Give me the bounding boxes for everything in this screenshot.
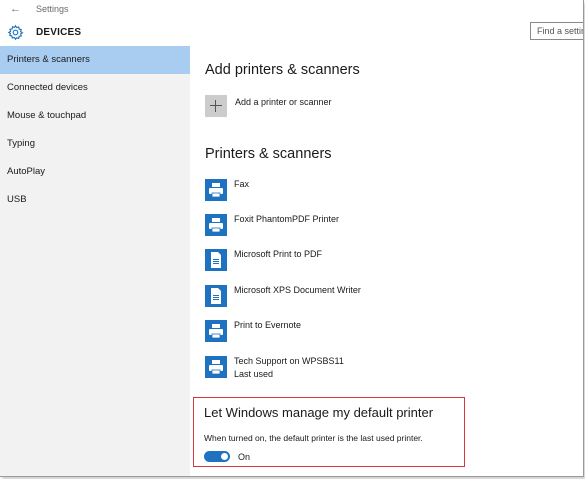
sidebar: Printers & scanners Connected devices Mo… bbox=[0, 46, 190, 476]
default-printer-title: Let Windows manage my default printer bbox=[204, 405, 434, 420]
main-content: Add printers & scanners Add a printer or… bbox=[190, 46, 583, 476]
document-printer-icon bbox=[205, 249, 227, 271]
toggle-state-label: On bbox=[238, 452, 251, 462]
page-header: DEVICES Find a setting bbox=[0, 18, 583, 46]
toggle-knob bbox=[221, 453, 228, 460]
sidebar-item-printers-scanners[interactable]: Printers & scanners bbox=[0, 46, 190, 74]
gear-icon bbox=[7, 24, 24, 41]
sidebar-item-typing[interactable]: Typing bbox=[0, 130, 190, 158]
search-input[interactable]: Find a setting bbox=[530, 22, 583, 40]
sidebar-item-autoplay[interactable]: AutoPlay bbox=[0, 158, 190, 186]
default-printer-description: When turned on, the default printer is t… bbox=[204, 433, 423, 443]
printer-item[interactable]: Print to Evernote bbox=[205, 320, 505, 346]
add-section-title: Add printers & scanners bbox=[205, 62, 360, 78]
add-printer-label[interactable]: Add a printer or scanner bbox=[235, 97, 332, 107]
printer-item[interactable]: Tech Support on WPSBS11 Last used bbox=[205, 356, 505, 382]
window-title: Settings bbox=[36, 4, 69, 14]
add-printer-button[interactable] bbox=[205, 95, 227, 117]
title-bar: ← Settings bbox=[0, 0, 583, 18]
printers-section-title: Printers & scanners bbox=[205, 146, 332, 162]
default-printer-toggle[interactable] bbox=[204, 451, 230, 462]
printer-icon bbox=[205, 214, 227, 236]
printer-name: Fax bbox=[234, 179, 250, 189]
sidebar-item-usb[interactable]: USB bbox=[0, 186, 190, 214]
printer-icon bbox=[205, 320, 227, 342]
printer-status: Last used bbox=[234, 369, 274, 379]
sidebar-item-connected-devices[interactable]: Connected devices bbox=[0, 74, 190, 102]
sidebar-item-mouse-touchpad[interactable]: Mouse & touchpad bbox=[0, 102, 190, 130]
back-arrow-icon[interactable]: ← bbox=[10, 3, 21, 15]
printer-name: Print to Evernote bbox=[234, 320, 302, 330]
printer-item[interactable]: Microsoft Print to PDF bbox=[205, 249, 505, 275]
printer-icon bbox=[205, 356, 227, 378]
printer-name: Microsoft Print to PDF bbox=[234, 249, 323, 259]
printer-item[interactable]: Microsoft XPS Document Writer bbox=[205, 285, 505, 311]
printer-name: Tech Support on WPSBS11 bbox=[234, 356, 344, 366]
settings-window: ← Settings DEVICES Find a setting Printe… bbox=[0, 0, 584, 477]
printer-item[interactable]: Fax bbox=[205, 179, 505, 205]
page-title: DEVICES bbox=[36, 27, 82, 38]
printer-icon bbox=[205, 179, 227, 201]
default-printer-section: Let Windows manage my default printer Wh… bbox=[193, 397, 465, 467]
printer-name: Foxit PhantomPDF Printer bbox=[234, 214, 340, 224]
printer-item[interactable]: Foxit PhantomPDF Printer bbox=[205, 214, 505, 240]
printer-name: Microsoft XPS Document Writer bbox=[234, 285, 361, 295]
document-printer-icon bbox=[205, 285, 227, 307]
